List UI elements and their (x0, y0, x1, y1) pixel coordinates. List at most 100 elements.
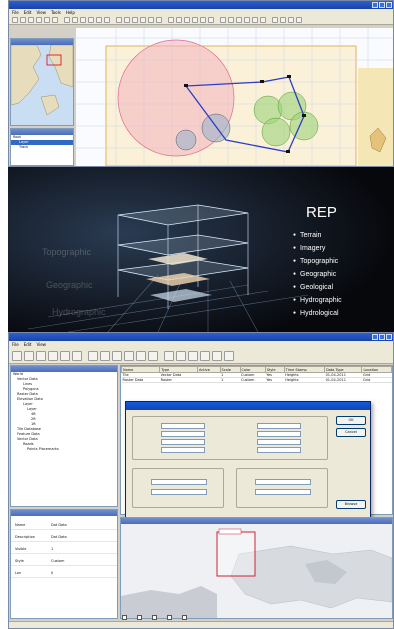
toolbar-tool-icon[interactable] (88, 17, 94, 23)
overview-map[interactable] (10, 44, 74, 125)
toolbar-tool-icon[interactable] (260, 17, 266, 23)
tree-item[interactable]: Points Placemarks (11, 447, 117, 452)
coord-field[interactable] (257, 423, 301, 429)
lower-left-lat-field[interactable] (151, 489, 207, 495)
toolbar-tool-icon[interactable] (100, 350, 110, 361)
upper-right-lat-field[interactable] (255, 489, 311, 495)
coord-field[interactable] (161, 447, 205, 453)
property-value[interactable]: 1 (51, 544, 53, 554)
toolbar-tool-icon[interactable] (52, 17, 58, 23)
property-value[interactable]: Dat Data (51, 520, 67, 530)
minimize-button[interactable] (372, 334, 378, 340)
coord-field[interactable] (257, 447, 301, 453)
toolbar-tool-icon[interactable] (124, 17, 130, 23)
toolbar-tool-icon[interactable] (176, 17, 182, 23)
toolbar-tool-icon[interactable] (140, 17, 146, 23)
minimize-button[interactable] (372, 2, 378, 8)
toolbar-tool-icon[interactable] (176, 350, 186, 361)
toolbar-tool-icon[interactable] (184, 17, 190, 23)
toolbar-tool-icon[interactable] (228, 17, 234, 23)
list-item: Topographic (293, 255, 342, 268)
toolbar-tool-icon[interactable] (252, 17, 258, 23)
coord-field[interactable] (161, 439, 205, 445)
toolbar-tool-icon[interactable] (200, 350, 210, 361)
property-key: Description (15, 535, 35, 539)
coord-field[interactable] (161, 423, 205, 429)
toolbar-tool-icon[interactable] (192, 17, 198, 23)
toolbar-tool-icon[interactable] (12, 350, 22, 361)
toolbar-tool-icon[interactable] (12, 17, 18, 23)
layer-tree-panel: Root Layer Track (10, 128, 74, 166)
toolbar-tool-icon[interactable] (272, 17, 278, 23)
toolbar-tool-icon[interactable] (200, 17, 206, 23)
map-preview[interactable] (121, 524, 393, 618)
toolbar-tool-icon[interactable] (244, 17, 250, 23)
close-button[interactable] (386, 334, 392, 340)
toolbar-tool-icon[interactable] (280, 17, 286, 23)
layer-toggle-checkbox[interactable] (137, 615, 142, 620)
property-value[interactable]: Dat Data (51, 532, 67, 542)
coord-field[interactable] (257, 431, 301, 437)
menu-view[interactable]: View (36, 341, 46, 348)
toolbar-tool-icon[interactable] (104, 17, 110, 23)
toolbar-tool-icon[interactable] (112, 350, 122, 361)
menu-edit[interactable]: Edit (24, 341, 32, 348)
toolbar-tool-icon[interactable] (132, 17, 138, 23)
menu-edit[interactable]: Edit (24, 9, 32, 16)
toolbar-tool-icon[interactable] (124, 350, 134, 361)
toolbar-tool-icon[interactable] (36, 350, 46, 361)
toolbar-tool-icon[interactable] (48, 350, 58, 361)
toolbar-tool-icon[interactable] (168, 17, 174, 23)
property-value[interactable]: 0 (51, 568, 53, 578)
toolbar-tool-icon[interactable] (60, 350, 70, 361)
upper-right-lon-field[interactable] (255, 479, 311, 485)
toolbar-tool-icon[interactable] (148, 350, 158, 361)
toolbar-tool-icon[interactable] (20, 17, 26, 23)
toolbar-tool-icon[interactable] (72, 350, 82, 361)
toolbar-tool-icon[interactable] (36, 17, 42, 23)
toolbar-tool-icon[interactable] (148, 17, 154, 23)
toolbar-tool-icon[interactable] (80, 17, 86, 23)
layer-toggle-checkbox[interactable] (167, 615, 172, 620)
coord-field[interactable] (257, 439, 301, 445)
layer-toggle-checkbox[interactable] (182, 615, 187, 620)
menu-tools[interactable]: Tools (51, 9, 61, 16)
maximize-button[interactable] (379, 2, 385, 8)
menu-help[interactable]: Help (66, 9, 75, 16)
toolbar-tool-icon[interactable] (288, 17, 294, 23)
toolbar-tool-icon[interactable] (220, 17, 226, 23)
toolbar-tool-icon[interactable] (296, 17, 302, 23)
toolbar-tool-icon[interactable] (44, 17, 50, 23)
menu-file[interactable]: File (12, 341, 19, 348)
layer-toggle-checkbox[interactable] (152, 615, 157, 620)
toolbar-tool-icon[interactable] (224, 350, 234, 361)
toolbar-tool-icon[interactable] (88, 350, 98, 361)
menu-file[interactable]: File (12, 9, 19, 16)
ok-button[interactable]: OK (336, 416, 366, 425)
toolbar-tool-icon[interactable] (116, 17, 122, 23)
toolbar-tool-icon[interactable] (136, 350, 146, 361)
toolbar-tool-icon[interactable] (188, 350, 198, 361)
toolbar-tool-icon[interactable] (156, 17, 162, 23)
browse-button[interactable]: Browse (336, 500, 366, 509)
lower-left-lon-field[interactable] (151, 479, 207, 485)
toolbar-tool-icon[interactable] (72, 17, 78, 23)
tree-item[interactable]: Track (11, 145, 73, 150)
property-value[interactable]: Custom (51, 556, 64, 566)
toolbar-tool-icon[interactable] (28, 17, 34, 23)
toolbar-tool-icon[interactable] (212, 350, 222, 361)
toolbar-tool-icon[interactable] (208, 17, 214, 23)
cancel-button[interactable]: Cancel (336, 428, 366, 437)
menu-view[interactable]: View (36, 9, 46, 16)
toolbar-tool-icon[interactable] (64, 17, 70, 23)
toolbar-tool-icon[interactable] (96, 17, 102, 23)
toolbar-tool-icon[interactable] (164, 350, 174, 361)
layer-toggle-checkbox[interactable] (122, 615, 127, 620)
maximize-button[interactable] (379, 334, 385, 340)
toolbar-tool-icon[interactable] (236, 17, 242, 23)
nautical-chart[interactable] (76, 28, 393, 166)
toolbar-tool-icon[interactable] (24, 350, 34, 361)
close-button[interactable] (386, 2, 392, 8)
table-row[interactable]: Raster Data Raster 1 Custom Yes Heights 01-04-… (121, 377, 392, 383)
coord-field[interactable] (161, 431, 205, 437)
